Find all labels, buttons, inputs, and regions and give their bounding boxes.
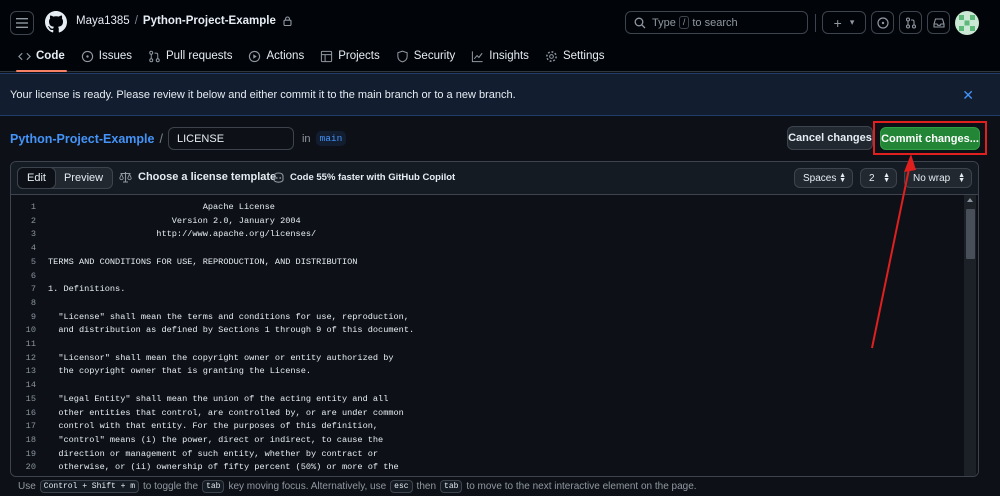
header-divider — [815, 14, 816, 32]
code-line: 2 Version 2.0, January 2004 — [30, 215, 301, 226]
code-line: 12 "Licensor" shall mean the copyright o… — [25, 352, 394, 363]
code-line: 15 "Legal Entity" shall mean the union o… — [25, 393, 389, 404]
identicon-icon — [959, 15, 975, 31]
create-new-button[interactable]: + ▾ — [822, 11, 866, 34]
tab-settings[interactable]: Settings — [537, 44, 613, 68]
file-path-row: Python-Project-Example / in main — [10, 127, 347, 150]
license-ready-banner: Your license is ready. Please review it … — [0, 73, 1000, 116]
code-line: 6 — [30, 270, 36, 281]
law-scale-icon — [119, 172, 132, 183]
search-icon — [634, 17, 646, 28]
code-line: 5 TERMS AND CONDITIONS FOR USE, REPRODUCT… — [30, 256, 358, 267]
annotation-arrow-icon — [871, 154, 916, 349]
chevron-down-icon: ▾ — [849, 17, 855, 27]
in-label: in — [301, 132, 311, 145]
issues-button[interactable] — [871, 11, 894, 34]
code-line: 17 control with that entity. For the pur… — [25, 421, 379, 432]
filename-input[interactable] — [167, 127, 294, 150]
tab-insights[interactable]: Insights — [463, 44, 537, 68]
owner-link[interactable]: Maya1385 — [76, 15, 130, 27]
pull-request-icon — [149, 50, 160, 62]
edit-preview-toggle: Edit Preview — [17, 167, 114, 189]
code-icon — [18, 52, 31, 60]
code-line: 13 the copyright owner that is granting … — [25, 366, 312, 377]
updown-icon: ▲ ▼ — [958, 172, 965, 184]
path-repo-link[interactable]: Python-Project-Example — [10, 132, 154, 146]
code-line: 14 — [25, 380, 36, 391]
code-line: 11 — [25, 339, 36, 349]
inbox-icon — [932, 17, 945, 28]
banner-message: Your license is ready. Please review it … — [10, 88, 516, 101]
shield-icon — [397, 50, 408, 62]
pull-request-icon — [905, 16, 916, 29]
tab-key: tab — [202, 479, 225, 493]
lock-icon — [283, 16, 292, 26]
code-line: 3 http://www.apache.org/licenses/ — [30, 229, 317, 240]
keyboard-hint: Use Control + Shift + m to toggle the ta… — [18, 479, 697, 493]
tab-actions[interactable]: Actions — [240, 44, 312, 68]
issue-opened-icon — [876, 16, 889, 29]
tab-issues[interactable]: Issues — [73, 44, 140, 68]
editor-toolbar: Edit Preview Choose a license template C… — [11, 162, 978, 195]
gear-icon — [546, 50, 557, 62]
breadcrumb-separator: / — [134, 15, 138, 27]
pull-requests-button[interactable] — [899, 11, 922, 34]
path-separator: / — [159, 131, 163, 146]
code-line: 20 otherwise, or (ii) ownership of fifty… — [25, 462, 399, 473]
tab-edit[interactable]: Edit — [17, 167, 56, 189]
shortcut-key: Control + Shift + m — [39, 479, 140, 493]
repo-link[interactable]: Python-Project-Example — [143, 15, 276, 27]
github-logo-icon[interactable] — [45, 11, 67, 33]
tab-key: tab — [440, 479, 463, 493]
scroll-up-icon[interactable] — [967, 198, 973, 202]
code-line: 10 and distribution as defined by Sectio… — [25, 325, 415, 336]
search-input[interactable]: Type / to search — [625, 11, 808, 34]
code-line: 18 "control" means (i) the power, direct… — [25, 434, 384, 445]
tab-preview[interactable]: Preview — [55, 168, 112, 188]
indent-mode-select[interactable]: Spaces ▲ ▼ — [794, 168, 853, 188]
breadcrumb: Maya1385 / Python-Project-Example — [76, 15, 292, 27]
play-icon — [249, 50, 261, 62]
issue-icon — [81, 50, 93, 62]
code-line: 4 — [30, 243, 36, 254]
code-area[interactable]: 1 Apache License 2 Version 2.0, January … — [11, 195, 978, 476]
code-line: 16 other entities that control, are cont… — [25, 407, 404, 418]
code-line: 1 Apache License — [30, 202, 275, 212]
repo-nav: Code Issues Pull requests Actions Projec… — [0, 44, 613, 72]
avatar[interactable] — [955, 11, 979, 35]
branch-badge: main — [315, 131, 347, 146]
hamburger-icon — [16, 18, 28, 28]
code-line: 19 direction or management of such entit… — [25, 448, 379, 459]
tab-code[interactable]: Code — [10, 44, 73, 72]
choose-license-template-button[interactable]: Choose a license template — [119, 171, 276, 183]
code-line: 8 — [30, 297, 36, 308]
copilot-icon — [273, 172, 284, 183]
menu-button[interactable] — [10, 11, 34, 35]
code-line: 9 "License" shall mean the terms and con… — [30, 311, 409, 322]
code-line: 7 1. Definitions. — [30, 284, 126, 295]
tab-projects[interactable]: Projects — [312, 44, 388, 68]
copilot-promo-link[interactable]: Code 55% faster with GitHub Copilot — [272, 172, 455, 183]
esc-key: esc — [390, 479, 413, 493]
file-editor: Edit Preview Choose a license template C… — [10, 161, 979, 477]
table-icon — [321, 50, 333, 62]
inbox-button[interactable] — [927, 11, 950, 34]
plus-icon: + — [833, 14, 842, 31]
editor-scrollbar[interactable] — [964, 195, 976, 476]
search-placeholder: Type / to search — [652, 16, 738, 29]
global-header: Maya1385 / Python-Project-Example Type /… — [0, 0, 1000, 72]
slash-key-hint: / — [678, 16, 690, 29]
cancel-changes-button[interactable]: Cancel changes — [787, 126, 873, 150]
updown-icon: ▲ ▼ — [839, 172, 846, 184]
scrollbar-thumb[interactable] — [966, 209, 975, 259]
close-icon[interactable]: ✕ — [962, 87, 974, 104]
commit-changes-button[interactable]: Commit changes... — [880, 127, 980, 150]
tab-security[interactable]: Security — [388, 44, 464, 68]
tab-pull-requests[interactable]: Pull requests — [140, 44, 240, 68]
graph-icon — [472, 50, 483, 62]
